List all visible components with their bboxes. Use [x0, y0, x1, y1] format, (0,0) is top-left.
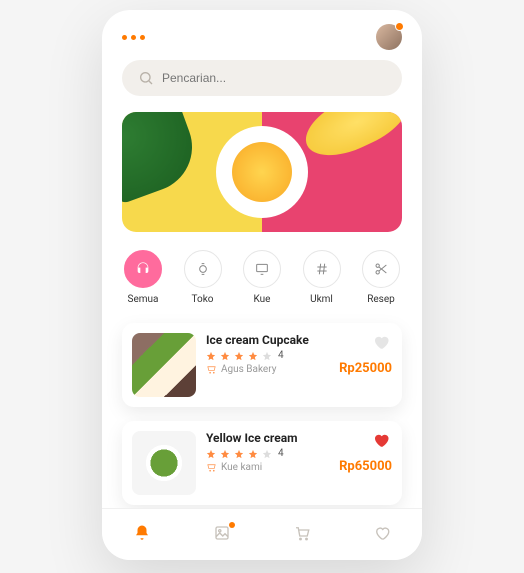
star-icon	[220, 449, 230, 459]
search-icon	[138, 70, 154, 86]
seller-name: Agus Bakery	[221, 364, 276, 375]
cart-icon	[206, 364, 217, 375]
rating-count: 4	[278, 350, 284, 361]
search-input[interactable]	[122, 60, 402, 96]
nav-gallery[interactable]	[213, 524, 231, 546]
product-title: Yellow Ice cream	[206, 431, 392, 445]
hero-banner[interactable]	[122, 112, 402, 232]
cart-icon	[206, 462, 217, 473]
category-label: Resep	[367, 294, 395, 305]
bell-icon	[133, 524, 151, 542]
product-thumbnail	[132, 431, 196, 495]
favorite-button[interactable]	[372, 333, 392, 353]
star-empty-icon	[262, 449, 272, 459]
category-resep[interactable]: Resep	[362, 250, 400, 305]
rating-count: 4	[278, 448, 284, 459]
product-card[interactable]: Yellow Ice cream 4 Kue kami Rp65000	[122, 421, 402, 505]
headset-icon	[135, 261, 151, 277]
category-label: Ukml	[310, 294, 333, 305]
bottom-nav	[102, 508, 422, 560]
category-label: Kue	[254, 294, 271, 305]
cart-icon	[293, 524, 311, 542]
star-icon	[220, 351, 230, 361]
category-semua[interactable]: Semua	[124, 250, 162, 305]
star-icon	[248, 351, 258, 361]
star-icon	[234, 351, 244, 361]
favorite-button[interactable]	[372, 431, 392, 451]
seller-name: Kue kami	[221, 462, 262, 473]
category-kue[interactable]: Kue	[243, 250, 281, 305]
heart-filled-icon	[372, 431, 390, 449]
nav-notifications[interactable]	[133, 524, 151, 546]
menu-dots-icon[interactable]	[122, 35, 145, 40]
product-title: Ice cream Cupcake	[206, 333, 392, 347]
rating: 4	[206, 350, 392, 361]
star-icon	[206, 449, 216, 459]
product-thumbnail	[132, 333, 196, 397]
rating: 4	[206, 448, 392, 459]
category-row: Semua Toko Kue Ukml Resep	[122, 250, 402, 305]
product-info: Ice cream Cupcake 4 Agus Bakery Rp25000	[206, 333, 392, 397]
app-frame: Semua Toko Kue Ukml Resep Ice c	[102, 10, 422, 560]
category-ukml[interactable]: Ukml	[303, 250, 341, 305]
heart-icon	[372, 333, 390, 351]
badge-dot	[229, 522, 235, 528]
monitor-icon	[254, 261, 270, 277]
category-label: Semua	[128, 294, 159, 305]
category-toko[interactable]: Toko	[184, 250, 222, 305]
hash-icon	[314, 261, 330, 277]
product-card[interactable]: Ice cream Cupcake 4 Agus Bakery Rp25000	[122, 323, 402, 407]
header	[102, 10, 422, 60]
product-info: Yellow Ice cream 4 Kue kami Rp65000	[206, 431, 392, 495]
nav-cart[interactable]	[293, 524, 311, 546]
star-icon	[234, 449, 244, 459]
search-field[interactable]	[162, 71, 386, 85]
nav-favorites[interactable]	[373, 524, 391, 546]
watch-icon	[195, 261, 211, 277]
price: Rp25000	[339, 361, 392, 376]
price: Rp65000	[339, 459, 392, 474]
leaf-decoration	[122, 112, 205, 205]
avatar[interactable]	[376, 24, 402, 50]
content-scroll: Semua Toko Kue Ukml Resep Ice c	[102, 60, 422, 508]
bowl-decoration	[216, 126, 308, 218]
category-label: Toko	[192, 294, 214, 305]
banana-decoration	[297, 112, 402, 168]
heart-outline-icon	[373, 524, 391, 542]
scissors-icon	[373, 261, 389, 277]
star-icon	[206, 351, 216, 361]
star-empty-icon	[262, 351, 272, 361]
star-icon	[248, 449, 258, 459]
